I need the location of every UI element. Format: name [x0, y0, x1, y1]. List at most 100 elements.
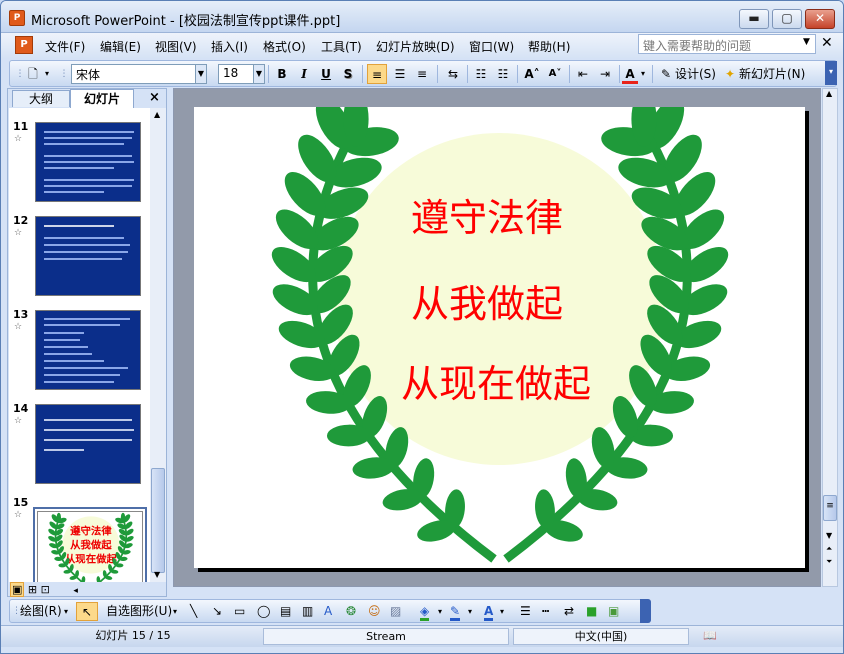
autoshapes-button[interactable]: 自选图形(U) — [106, 602, 172, 621]
previous-slide-icon[interactable]: ⏶ — [826, 544, 832, 554]
panel-scrollbar[interactable]: ▲ ▼ — [150, 108, 166, 582]
font-dropdown-icon[interactable]: ▼ — [195, 64, 207, 84]
3d-style-icon[interactable]: ▣ — [608, 602, 619, 621]
oval-tool-icon[interactable]: ◯ — [257, 602, 270, 621]
menu-insert[interactable]: 插入(I) — [211, 38, 248, 55]
diagram-icon[interactable]: ❂ — [346, 602, 356, 621]
increase-font-icon[interactable]: A˄ — [522, 64, 542, 84]
powerpoint-app-icon[interactable]: P — [9, 10, 25, 26]
design-icon[interactable]: ✎ — [657, 64, 675, 84]
document-icon[interactable]: P — [15, 36, 33, 54]
menu-window[interactable]: 窗口(W) — [469, 38, 514, 55]
chevron-down-icon[interactable]: ▾ — [438, 602, 442, 621]
draw-menu-button[interactable]: 绘图(R) — [20, 602, 62, 621]
menu-help[interactable]: 帮助(H) — [528, 38, 570, 55]
scroll-left-arrow-icon[interactable]: ◂ — [73, 586, 78, 596]
new-document-icon[interactable]: 🗋 — [24, 64, 42, 84]
line-tool-icon[interactable]: ╲ — [190, 602, 197, 621]
normal-view-icon[interactable]: ▣ — [10, 582, 25, 597]
align-right-button[interactable]: ≡ — [412, 64, 432, 84]
wordart-icon[interactable]: A — [324, 602, 332, 621]
size-dropdown-icon[interactable]: ▼ — [253, 64, 265, 84]
current-slide[interactable]: 遵守法律 从我做起 从现在做起 — [194, 91, 805, 568]
help-search-input[interactable]: 键入需要帮助的问题 — [638, 34, 816, 54]
underline-button[interactable]: U — [317, 64, 335, 84]
menu-slideshow[interactable]: 幻灯片放映(D) — [376, 38, 455, 55]
italic-button[interactable]: I — [295, 64, 313, 84]
chevron-down-icon[interactable]: ▼ — [803, 37, 810, 47]
close-icon[interactable]: × — [149, 90, 160, 105]
drawbar-options-icon[interactable] — [640, 599, 651, 623]
document-close-icon[interactable]: ✕ — [821, 35, 833, 51]
text-line — [44, 381, 114, 383]
tab-outline[interactable]: 大纲 — [12, 90, 70, 107]
slide-thumbnail-12[interactable] — [35, 216, 141, 296]
rectangle-tool-icon[interactable]: ▭ — [234, 602, 245, 621]
chevron-down-icon[interactable]: ▾ — [500, 602, 504, 621]
slideshow-view-icon[interactable]: ⊡ — [41, 583, 50, 596]
dash-style-icon[interactable]: ┅ — [542, 602, 549, 621]
bullets-icon[interactable]: ☷ — [493, 64, 513, 84]
next-slide-icon[interactable]: ⏷ — [826, 557, 832, 567]
menu-file[interactable]: 文件(F) — [45, 38, 85, 55]
scroll-up-arrow-icon[interactable]: ▲ — [826, 89, 832, 98]
menu-tools[interactable]: 工具(T) — [321, 38, 362, 55]
chevron-down-icon[interactable]: ▾ — [468, 602, 472, 621]
chevron-down-icon[interactable]: ▾ — [173, 602, 177, 621]
vertical-textbox-icon[interactable]: ▥ — [302, 602, 313, 621]
slide-text-line-3[interactable]: 从现在做起 — [401, 362, 591, 406]
menu-view[interactable]: 视图(V) — [155, 38, 197, 55]
bold-button[interactable]: B — [273, 64, 291, 84]
textbox-tool-icon[interactable]: ▤ — [280, 602, 291, 621]
slide-thumbnail-13[interactable] — [35, 310, 141, 390]
main-scroll-thumb[interactable]: ≡ — [823, 495, 837, 521]
separator — [652, 65, 653, 83]
arrow-tool-icon[interactable]: ↘ — [212, 602, 222, 621]
toolbar-options-icon[interactable]: ▾ — [825, 61, 837, 85]
powerpoint-window: P Microsoft PowerPoint - [校园法制宣传ppt课件.pp… — [0, 0, 844, 654]
slide-text-line-2[interactable]: 从我做起 — [411, 282, 563, 326]
numbering-icon[interactable]: ☷ — [471, 64, 491, 84]
slide-text-line-1[interactable]: 遵守法律 — [411, 196, 563, 240]
align-center-button[interactable]: ☰ — [390, 64, 410, 84]
scroll-down-arrow-icon[interactable]: ▼ — [826, 531, 832, 540]
line-style-icon[interactable]: ☰ — [520, 602, 531, 621]
chevron-down-icon[interactable]: ▾ — [42, 64, 52, 84]
slide-thumbnail-15-selected[interactable]: 遵守法律 从我做起 从现在做起 — [33, 507, 147, 582]
decrease-font-icon[interactable]: A˅ — [545, 64, 565, 84]
chevron-down-icon[interactable]: ▾ — [64, 602, 68, 621]
slide-thumbnail-14[interactable] — [35, 404, 141, 484]
scroll-up-arrow-icon[interactable]: ▲ — [154, 110, 160, 119]
font-name-select[interactable]: 宋体 — [71, 64, 206, 84]
spelling-check-icon[interactable]: 📖 — [695, 628, 725, 645]
panel-scroll-thumb[interactable] — [151, 468, 165, 573]
select-pointer-icon[interactable]: ↖ — [76, 602, 98, 621]
draw-font-color-icon[interactable]: A — [484, 602, 494, 621]
arrow-style-icon[interactable]: ⇄ — [564, 602, 574, 621]
main-scrollbar[interactable]: ▲ ≡ ▼ ⏶ ⏷ — [822, 88, 838, 587]
clipart-icon[interactable]: ☺ — [368, 602, 381, 621]
design-button[interactable]: 设计(S) — [675, 64, 719, 84]
slide-sorter-icon[interactable]: ⊞ — [28, 583, 37, 596]
scroll-down-arrow-icon[interactable]: ▼ — [154, 570, 160, 579]
close-button[interactable]: ✕ — [805, 9, 835, 29]
maximize-button[interactable]: ▢ — [772, 9, 802, 29]
align-left-button[interactable]: ≡ — [367, 64, 387, 84]
align-distribute-button[interactable]: ⇆ — [443, 64, 463, 84]
picture-icon[interactable]: ▨ — [390, 602, 401, 621]
menu-edit[interactable]: 编辑(E) — [100, 38, 141, 55]
minimize-button[interactable]: ▬ — [739, 9, 769, 29]
chevron-down-icon[interactable]: ▾ — [638, 64, 648, 84]
shadow-style-icon[interactable]: ■ — [586, 602, 597, 621]
new-slide-button[interactable]: 新幻灯片(N) — [739, 64, 811, 84]
tab-slides[interactable]: 幻灯片 — [70, 89, 134, 108]
slide-thumbnail-11[interactable] — [35, 122, 141, 202]
new-slide-icon[interactable]: ✦ — [722, 64, 738, 84]
line-color-icon[interactable]: ✎ — [450, 602, 461, 621]
increase-indent-icon[interactable]: ⇥ — [595, 64, 615, 84]
fill-color-icon[interactable]: ◈ — [420, 602, 430, 621]
menu-format[interactable]: 格式(O) — [263, 38, 306, 55]
shadow-button[interactable]: S — [339, 64, 357, 84]
decrease-indent-icon[interactable]: ⇤ — [573, 64, 593, 84]
font-color-button[interactable]: A — [622, 64, 638, 84]
